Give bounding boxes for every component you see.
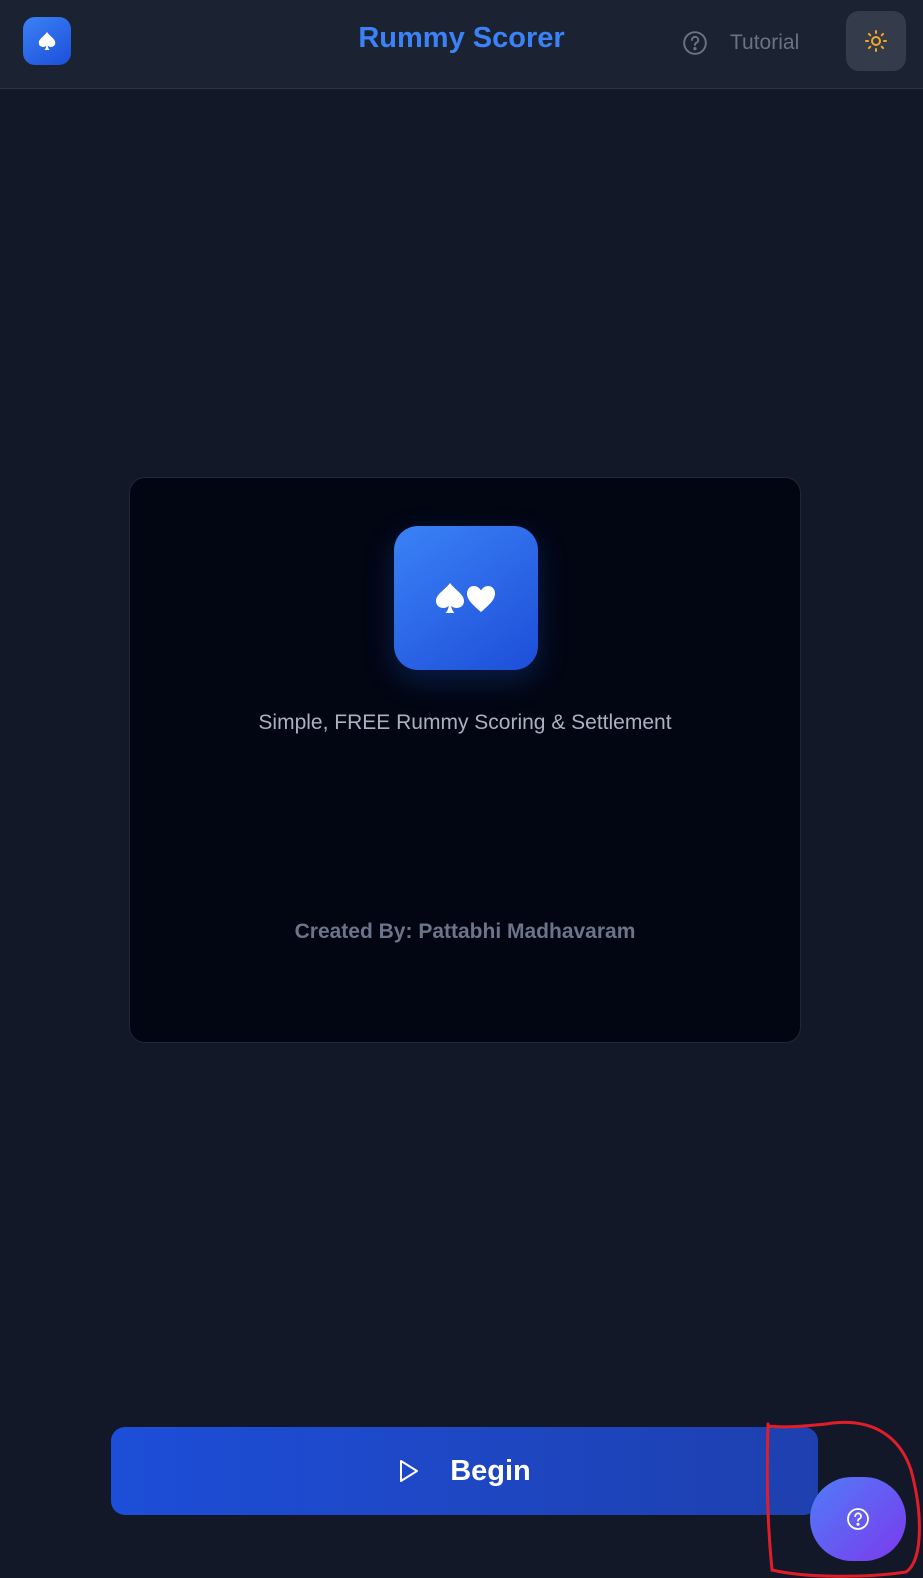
- tutorial-label: Tutorial: [730, 31, 800, 54]
- spade-icon: [38, 32, 56, 50]
- tutorial-button[interactable]: Tutorial: [682, 26, 799, 60]
- sun-icon: [865, 30, 887, 52]
- help-fab[interactable]: [810, 1477, 906, 1561]
- top-bar: Rummy Scorer Tutorial: [0, 0, 923, 89]
- theme-toggle-button[interactable]: [846, 11, 906, 71]
- play-icon: [400, 1460, 419, 1482]
- welcome-card: Simple, FREE Rummy Scoring & Settlement …: [129, 477, 801, 1043]
- app-logo[interactable]: [23, 17, 71, 65]
- spade-heart-icon: [436, 583, 495, 613]
- help-circle-icon: [847, 1508, 869, 1530]
- tagline: Simple, FREE Rummy Scoring & Settlement: [258, 711, 672, 734]
- app-badge: [394, 526, 538, 670]
- app-title: Rummy Scorer: [358, 22, 565, 54]
- creator-credit: Created By: Pattabhi Madhavaram: [294, 920, 636, 943]
- app-root: Rummy Scorer Tutorial Simple, FREE Rummy…: [0, 0, 923, 1578]
- begin-button[interactable]: Begin: [111, 1427, 818, 1515]
- begin-label: Begin: [450, 1454, 531, 1487]
- help-circle-icon: [683, 31, 707, 55]
